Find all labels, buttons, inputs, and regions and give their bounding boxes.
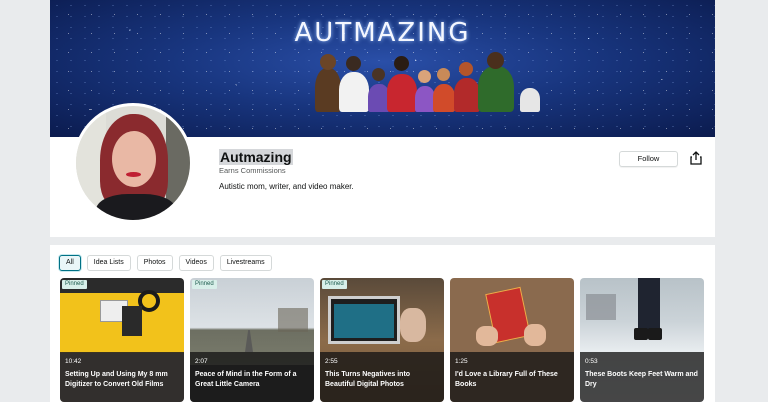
video-title: I'd Love a Library Full of These Books xyxy=(455,371,558,388)
avatar xyxy=(73,103,193,223)
banner-family-illustration xyxy=(315,52,555,112)
video-card[interactable]: 1:25 I'd Love a Library Full of These Bo… xyxy=(450,278,574,402)
filter-tabs: All Idea Lists Photos Videos Livestreams xyxy=(59,255,272,271)
video-title: This Turns Negatives into Beautiful Digi… xyxy=(325,371,411,388)
video-card[interactable]: Pinned 10:42 Setting Up and Using My 8 m… xyxy=(60,278,184,402)
share-icon[interactable] xyxy=(689,151,703,165)
earns-commissions-label: Earns Commissions xyxy=(219,166,286,175)
pinned-badge: Pinned xyxy=(62,280,87,289)
video-title: Setting Up and Using My 8 mm Digitizer t… xyxy=(65,371,168,388)
video-duration: 2:07 xyxy=(195,358,208,365)
banner-title: AUTMAZING xyxy=(294,18,471,48)
video-card[interactable]: 0:53 These Boots Keep Feet Warm and Dry xyxy=(580,278,704,402)
tab-livestreams[interactable]: Livestreams xyxy=(219,255,272,271)
video-duration: 0:53 xyxy=(585,358,598,365)
video-duration: 2:55 xyxy=(325,358,338,365)
tab-videos[interactable]: Videos xyxy=(178,255,214,271)
video-card[interactable]: Pinned 2:07 Peace of Mind in the Form of… xyxy=(190,278,314,402)
follow-button[interactable]: Follow xyxy=(619,151,678,167)
video-grid: Pinned 10:42 Setting Up and Using My 8 m… xyxy=(60,278,704,402)
video-title: Peace of Mind in the Form of a Great Lit… xyxy=(195,371,297,388)
tab-photos[interactable]: Photos xyxy=(136,255,173,271)
video-duration: 1:25 xyxy=(455,358,468,365)
pinned-badge: Pinned xyxy=(322,280,347,289)
tab-all[interactable]: All xyxy=(59,255,81,271)
video-card[interactable]: Pinned 2:55 This Turns Negatives into Be… xyxy=(320,278,444,402)
pinned-badge: Pinned xyxy=(192,280,217,289)
tab-idea-lists[interactable]: Idea Lists xyxy=(86,255,131,271)
video-duration: 10:42 xyxy=(65,358,82,365)
video-title: These Boots Keep Feet Warm and Dry xyxy=(585,371,698,388)
profile-bio: Autistic mom, writer, and video maker. xyxy=(219,182,354,191)
profile-name: Autmazing xyxy=(219,149,293,165)
